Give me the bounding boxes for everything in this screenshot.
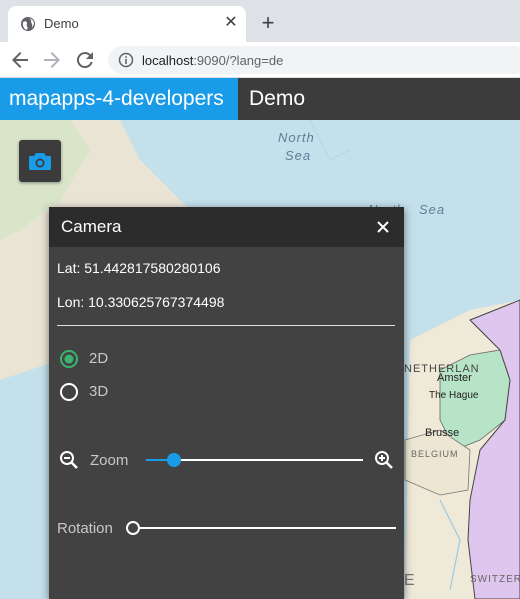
browser-tabstrip: Demo ✕ + — [0, 0, 520, 42]
divider — [57, 325, 395, 326]
camera-panel: Camera Lat: 51.442817580280106 Lon: 10.3… — [49, 207, 404, 599]
zoom-label: Zoom — [90, 452, 129, 469]
screen: Demo ✕ + localhost:9090/?lang=de mapapps… — [0, 0, 520, 599]
radio-2d[interactable] — [59, 349, 79, 369]
address-bar[interactable]: localhost:9090/?lang=de — [108, 46, 520, 74]
url-path: :9090/?lang=de — [193, 53, 284, 68]
rotation-slider-track[interactable] — [133, 527, 396, 529]
zoom-slider-handle[interactable] — [167, 453, 182, 467]
globe-icon — [21, 17, 35, 31]
rotation-label: Rotation — [57, 520, 113, 537]
longitude-text: Lon: 10.330625767374498 — [57, 294, 225, 310]
radio-2d-label: 2D — [89, 350, 109, 367]
close-icon[interactable] — [375, 219, 391, 235]
radio-3d[interactable] — [59, 382, 79, 402]
forward-arrow-icon[interactable] — [40, 48, 64, 72]
app-title: Demo — [249, 87, 306, 110]
map-label-amsterdam: Amster — [437, 372, 472, 384]
back-arrow-icon[interactable] — [8, 48, 32, 72]
browser-toolbar: localhost:9090/?lang=de — [0, 42, 520, 78]
map-label-brussels: Brusse — [425, 427, 460, 439]
app-header: mapapps-4-developers Demo — [0, 78, 520, 120]
map-label-switzerland: SWITZER — [470, 574, 520, 585]
info-icon[interactable] — [118, 52, 134, 68]
app-name: mapapps-4-developers — [0, 78, 238, 120]
zoom-out-icon[interactable] — [59, 450, 79, 470]
camera-panel-title: Camera — [61, 217, 122, 236]
reload-icon[interactable] — [73, 48, 97, 72]
zoom-in-icon[interactable] — [374, 450, 394, 470]
camera-tool-button[interactable] — [19, 140, 61, 182]
camera-icon — [29, 153, 51, 170]
new-tab-button[interactable]: + — [256, 12, 280, 36]
rotation-slider-handle[interactable] — [126, 521, 140, 535]
radio-3d-label: 3D — [89, 383, 109, 400]
map-label-sea: Sea — [285, 148, 312, 163]
url-host: localhost — [142, 53, 194, 68]
map-label-hague: The Hague — [429, 390, 479, 401]
latitude-text: Lat: 51.442817580280106 — [57, 260, 221, 276]
map-label-belgium: BELGIUM — [411, 449, 459, 459]
map-label-sea-2: Sea — [419, 202, 446, 217]
map-label-e: E — [404, 572, 417, 589]
map-label-north: North — [278, 130, 315, 145]
camera-panel-header: Camera — [49, 207, 404, 247]
tab-title: Demo — [44, 16, 79, 31]
close-tab-icon[interactable]: ✕ — [222, 14, 240, 32]
browser-tab[interactable]: Demo ✕ — [8, 6, 246, 42]
url-text: localhost:9090/?lang=de — [142, 53, 283, 68]
